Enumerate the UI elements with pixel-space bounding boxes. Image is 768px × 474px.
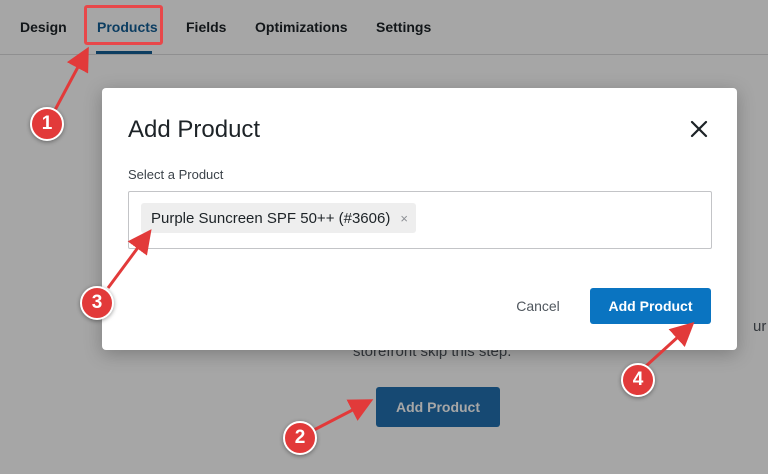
dialog-title: Add Product [128, 116, 261, 143]
step-badge-2: 2 [283, 421, 317, 455]
cancel-button[interactable]: Cancel [498, 288, 578, 324]
add-product-button[interactable]: Add Product [590, 288, 711, 324]
step-badge-3: 3 [80, 286, 114, 320]
close-icon[interactable] [688, 118, 710, 140]
select-product-label: Select a Product [128, 167, 224, 182]
selected-product-label: Purple Suncreen SPF 50++ (#3606) [151, 209, 391, 227]
selected-product-chip: Purple Suncreen SPF 50++ (#3606) × [141, 203, 416, 233]
product-select[interactable]: Purple Suncreen SPF 50++ (#3606) × [128, 191, 712, 249]
step-badge-4: 4 [621, 363, 655, 397]
products-tab-highlight [84, 5, 163, 45]
step-badge-1: 1 [30, 107, 64, 141]
add-product-dialog: Add Product Select a Product Purple Sunc… [102, 88, 737, 350]
remove-product-icon[interactable]: × [400, 212, 408, 225]
